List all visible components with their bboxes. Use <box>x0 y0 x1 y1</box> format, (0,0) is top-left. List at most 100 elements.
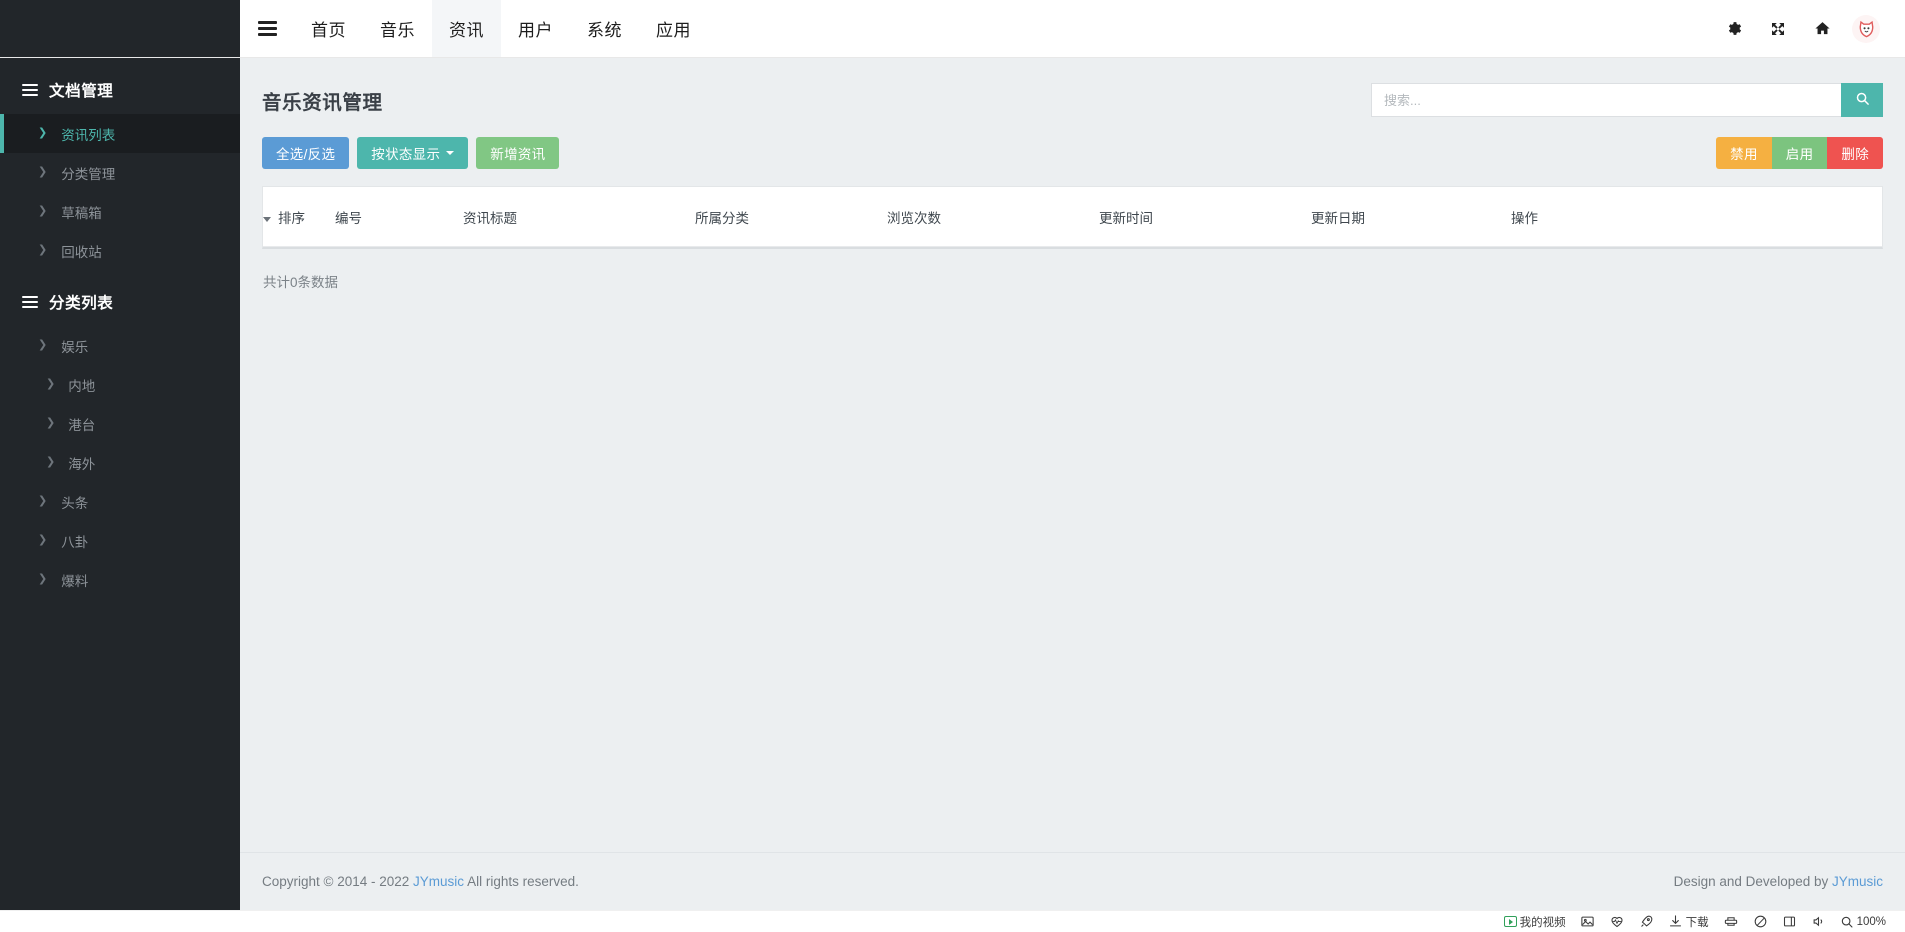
heartbeat-icon <box>1609 914 1625 929</box>
sidebar-section-title-documents: 文档管理 <box>0 58 240 114</box>
download-icon <box>1668 914 1683 929</box>
share-tool-button[interactable] <box>1716 911 1746 932</box>
list-icon <box>22 81 38 98</box>
column-header-category: 所属分类 <box>695 187 887 247</box>
main-content: 音乐资讯管理 全选/反选 按状态显示 <box>240 58 1905 852</box>
delete-button[interactable]: 删除 <box>1827 137 1883 169</box>
my-videos-label: 我的视频 <box>1519 916 1566 929</box>
chevron-right-icon: ❯ <box>38 244 48 256</box>
volume-button[interactable] <box>1804 911 1833 932</box>
search-input[interactable] <box>1371 83 1841 117</box>
nav-tab-music[interactable]: 音乐 <box>363 0 432 57</box>
brand-link[interactable]: JYmusic <box>413 874 464 889</box>
zoom-level-label: 100% <box>1856 915 1886 928</box>
sidebar-item-label: 头条 <box>61 495 89 511</box>
nav-tab-user[interactable]: 用户 <box>501 0 570 57</box>
sidebar-item-mainland[interactable]: ❯ 内地 <box>0 365 240 404</box>
filter-by-status-button[interactable]: 按状态显示 <box>357 137 469 169</box>
window-icon <box>1782 914 1797 929</box>
total-count-text: 共计0条数据 <box>263 275 339 290</box>
health-tool-button[interactable] <box>1602 911 1632 932</box>
bulk-actions: 禁用 启用 删除 <box>1716 137 1883 169</box>
column-header-label: 编号 <box>335 211 362 226</box>
copyright-prefix: Copyright © 2014 - 2022 <box>262 874 414 889</box>
sidebar-item-label: 回收站 <box>61 244 102 260</box>
sidebar-item-hongkong-taiwan[interactable]: ❯ 港台 <box>0 404 240 443</box>
chevron-right-icon: ❯ <box>38 495 48 507</box>
shield-icon <box>1753 914 1768 929</box>
zoom-level-button[interactable]: 100% <box>1833 911 1893 932</box>
boost-tool-button[interactable] <box>1632 911 1661 932</box>
my-videos-button[interactable]: 我的视频 <box>1497 911 1573 932</box>
design-brand-link[interactable]: JYmusic <box>1832 874 1883 889</box>
page-header: 音乐资讯管理 <box>240 58 1905 122</box>
sidebar-item-recycle-bin[interactable]: ❯ 回收站 <box>0 231 240 270</box>
fullscreen-icon[interactable] <box>1756 0 1800 58</box>
nav-tab-news[interactable]: 资讯 <box>432 0 501 57</box>
speaker-icon <box>1811 914 1826 929</box>
sidebar-item-label: 分类管理 <box>61 166 116 182</box>
chevron-right-icon: ❯ <box>46 417 56 429</box>
sidebar-item-overseas[interactable]: ❯ 海外 <box>0 443 240 482</box>
sidebar-toggle-button[interactable] <box>240 0 294 57</box>
copyright-text: Copyright © 2014 - 2022 JYmusic All righ… <box>262 874 579 889</box>
column-header-label: 浏览次数 <box>887 211 941 226</box>
sidebar-item-entertainment[interactable]: ❯ 娱乐 <box>0 326 240 365</box>
disable-button[interactable]: 禁用 <box>1716 137 1772 169</box>
privacy-tool-button[interactable] <box>1746 911 1775 932</box>
header-actions <box>1712 0 1905 57</box>
column-header-views: 浏览次数 <box>887 187 1099 247</box>
sidebar-item-label: 资讯列表 <box>61 127 116 143</box>
download-label: 下载 <box>1685 916 1709 929</box>
sidebar-item-label: 草稿箱 <box>61 205 102 221</box>
column-header-id: 编号 <box>335 187 463 247</box>
sidebar-item-label: 娱乐 <box>61 339 89 355</box>
enable-label: 启用 <box>1785 147 1814 162</box>
avatar-cat-icon <box>1852 14 1880 43</box>
add-news-button[interactable]: 新增资讯 <box>476 137 560 169</box>
sidebar-item-category-manage[interactable]: ❯ 分类管理 <box>0 153 240 192</box>
table-header: 排序 编号 资讯标题 所属分类 浏览次数 更新时间 更新日期 操作 <box>263 187 1882 247</box>
select-all-button[interactable]: 全选/反选 <box>262 137 350 169</box>
split-window-button[interactable] <box>1775 911 1804 932</box>
design-credit-text: Design and Developed by JYmusic <box>1674 874 1883 889</box>
sidebar-item-drafts[interactable]: ❯ 草稿箱 <box>0 192 240 231</box>
nav-tab-label: 系统 <box>587 21 622 40</box>
image-tool-button[interactable] <box>1573 911 1602 932</box>
sidebar-item-label: 爆料 <box>61 573 89 589</box>
header-spacer <box>708 0 1712 57</box>
column-header-label: 排序 <box>278 211 305 226</box>
enable-button[interactable]: 启用 <box>1771 137 1828 169</box>
sidebar-item-headlines[interactable]: ❯ 头条 <box>0 482 240 521</box>
sidebar-item-gossip[interactable]: ❯ 八卦 <box>0 521 240 560</box>
action-toolbar: 全选/反选 按状态显示 新增资讯 禁用 启用 删除 <box>240 122 1905 172</box>
column-header-sort[interactable]: 排序 <box>263 187 335 247</box>
sidebar-section-title-categories: 分类列表 <box>0 270 240 326</box>
top-header: 首页 音乐 资讯 用户 系统 应用 <box>0 0 1905 58</box>
column-header-operations: 操作 <box>1511 187 1882 247</box>
sidebar-item-scoop[interactable]: ❯ 爆料 <box>0 560 240 599</box>
chevron-down-icon <box>446 151 455 155</box>
search-button[interactable] <box>1841 83 1883 117</box>
column-header-label: 资讯标题 <box>463 211 517 226</box>
image-icon <box>1580 914 1595 929</box>
copyright-suffix: All rights reserved. <box>464 874 579 889</box>
chevron-right-icon: ❯ <box>46 456 56 468</box>
video-icon <box>1503 916 1517 927</box>
chevron-right-icon: ❯ <box>38 127 48 139</box>
column-header-label: 更新时间 <box>1099 211 1153 226</box>
nav-tab-app[interactable]: 应用 <box>639 0 708 57</box>
nav-tab-system[interactable]: 系统 <box>570 0 639 57</box>
download-button[interactable]: 下载 <box>1661 911 1716 932</box>
gear-icon[interactable] <box>1712 0 1756 58</box>
delete-label: 删除 <box>1841 147 1869 162</box>
main-nav: 首页 音乐 资讯 用户 系统 应用 <box>294 0 708 57</box>
browser-bottom-bar: 我的视频 下载 100% <box>0 910 1905 932</box>
sidebar-section-label: 文档管理 <box>49 83 114 100</box>
user-avatar-button[interactable] <box>1844 0 1888 58</box>
home-icon[interactable] <box>1800 0 1844 58</box>
column-header-update-time: 更新时间 <box>1099 187 1311 247</box>
nav-tab-home[interactable]: 首页 <box>294 0 363 57</box>
sidebar-item-news-list[interactable]: ❯ 资讯列表 <box>0 114 240 153</box>
filter-by-status-label: 按状态显示 <box>371 147 441 162</box>
